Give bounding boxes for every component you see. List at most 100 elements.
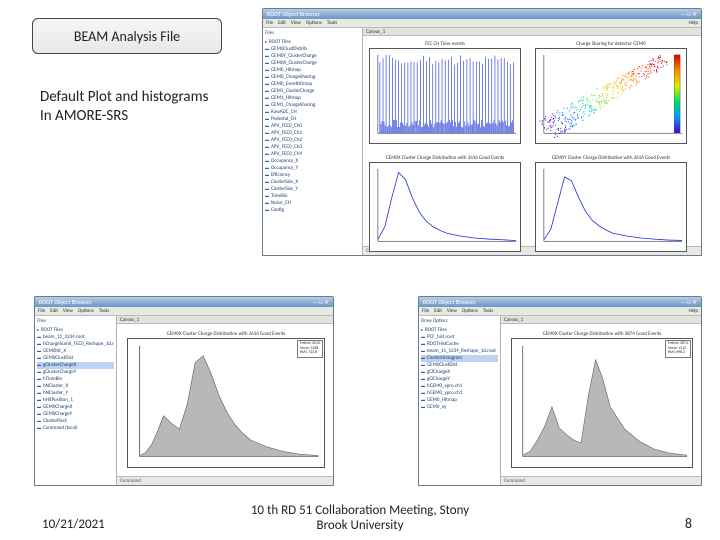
tree-item[interactable]: GEM0ClustDistrib — [265, 46, 360, 53]
menu-tools[interactable]: Tools — [327, 19, 337, 27]
menubar[interactable]: File Edit View Options Tools Help — [263, 19, 701, 28]
canvas[interactable]: GEM0X Cluster Charge Distribution with 3… — [117, 324, 333, 476]
tree-item[interactable]: Config — [265, 207, 360, 214]
plot-clustercharge-y[interactable]: GEM0Y Cluster Charge Distribution with 3… — [535, 162, 687, 252]
tree-item[interactable]: ClusterSize_X — [265, 179, 360, 186]
menu-edit[interactable]: Edit — [434, 307, 442, 315]
window-controls[interactable]: — □ ✕ — [312, 297, 329, 307]
window-title: ROOT Object Browser — [267, 9, 320, 19]
canvas-tabbar[interactable]: Canvas_1 — [363, 28, 701, 36]
tree-item[interactable]: GEM0ClustDist — [421, 362, 498, 369]
menu-edit[interactable]: Edit — [278, 19, 286, 27]
window-titlebar[interactable]: ROOT Object Browser — □ ✕ — [35, 297, 333, 307]
tree-item[interactable]: GEM0_EventHitmap — [265, 81, 360, 88]
tree-item[interactable]: hGEM0_xpro.ch1 — [421, 383, 498, 390]
tree-item[interactable]: beam_11_1234.root — [37, 334, 114, 341]
canvas-tab[interactable]: Canvas_1 — [504, 317, 523, 323]
tree-header-draw: Draw Option: — [421, 318, 498, 325]
tree-item[interactable]: GEM0_xy — [421, 404, 498, 411]
tree-item[interactable]: GEM0ChargeY — [37, 411, 114, 418]
tree-item[interactable]: Occupancy_X — [265, 158, 360, 165]
tree-item[interactable]: hNCluster_Y — [37, 390, 114, 397]
tree-item[interactable]: APV_FEC0_Ch0 — [265, 123, 360, 130]
window-controls[interactable]: — □ ✕ — [680, 297, 697, 307]
plot-raw-adc[interactable]: FEC CH Time events — [369, 48, 521, 144]
menu-view[interactable]: View — [291, 19, 301, 27]
plot-clustercharge[interactable]: GEM0X Cluster Charge Distribution with 3… — [127, 338, 325, 468]
tree-item[interactable]: PCF_hist.root — [421, 334, 498, 341]
tree-item[interactable]: hHitPosition_1 — [37, 397, 114, 404]
window-titlebar[interactable]: ROOT Object Browser — □ ✕ — [263, 9, 701, 19]
tree-item[interactable]: gClusterChargeX — [37, 362, 114, 369]
tree-panel[interactable]: Files ROOT FilesGEM0ClustDistribGEM0Y_Cl… — [263, 28, 363, 255]
menu-options[interactable]: Options — [306, 19, 322, 27]
tree-item[interactable]: gClChargeX — [421, 369, 498, 376]
menu-options[interactable]: Options — [78, 307, 94, 315]
tree-item[interactable]: GEM1_Hitmap — [265, 95, 360, 102]
tree-item[interactable]: APV_FEC0_Ch1 — [265, 130, 360, 137]
menu-file[interactable]: File — [266, 19, 273, 27]
tree-item[interactable]: ROOT Files — [421, 327, 498, 334]
canvas-tabbar[interactable]: Canvas_1 — [501, 316, 701, 324]
tree-item[interactable]: ClusterHistogram — [421, 355, 498, 362]
tree-item[interactable]: Command (local) — [37, 425, 114, 432]
menubar[interactable]: File Edit View Options Tools Help — [419, 307, 701, 316]
window-controls[interactable]: — □ ✕ — [680, 9, 697, 19]
tree-item[interactable]: Noise_CH — [265, 200, 360, 207]
canvas-tab[interactable]: Canvas_1 — [120, 317, 139, 323]
tree-item[interactable]: ROOTHistCache — [421, 341, 498, 348]
tree-item[interactable]: GEM0X_ClusterCharge — [265, 60, 360, 67]
tree-item[interactable]: TimeBin — [265, 193, 360, 200]
tree-item[interactable]: Pedestal_CH — [265, 116, 360, 123]
tree-item[interactable]: APV_FEC0_Ch4 — [265, 151, 360, 158]
tree-item[interactable]: Occupancy_Y — [265, 165, 360, 172]
window-titlebar[interactable]: ROOT Object Browser — □ ✕ — [419, 297, 701, 307]
menu-file[interactable]: File — [38, 307, 45, 315]
plot-clustercharge[interactable]: GEM0X Cluster Charge Distribution with 3… — [511, 338, 693, 468]
tree-panel[interactable]: Draw Option: ROOT FilesPCF_hist.rootROOT… — [419, 316, 501, 485]
tree-item[interactable]: gClChargeY — [421, 376, 498, 383]
menu-view[interactable]: View — [447, 307, 457, 315]
tree-item[interactable]: GEM0Y_ClusterCharge — [265, 53, 360, 60]
tree-item[interactable]: hNCluster_X — [37, 383, 114, 390]
canvas-tabbar[interactable]: Canvas_1 — [117, 316, 333, 324]
menu-view[interactable]: View — [63, 307, 73, 315]
tree-item[interactable]: ROOT Files — [265, 39, 360, 46]
menubar[interactable]: File Edit View Options Tools — [35, 307, 333, 316]
tree-item[interactable]: gClusterChargeY — [37, 369, 114, 376]
menu-help[interactable]: Help — [689, 19, 698, 27]
plot-charge-sharing[interactable]: Charge Sharing for detector GEM0 — [535, 48, 687, 144]
menu-options[interactable]: Options — [462, 307, 478, 315]
tree-item[interactable]: hGEM0_ypro.ch1 — [421, 390, 498, 397]
subtitle: Default Plot and histograms In AMORE-SRS — [40, 88, 208, 126]
tree-item[interactable]: APV_FEC0_Ch2 — [265, 137, 360, 144]
tree-item[interactable]: GEM1_ClusterCharge — [265, 88, 360, 95]
tree-item[interactable]: GEM0ClustDist — [37, 355, 114, 362]
tree-item[interactable]: hTimeBin — [37, 376, 114, 383]
tree-item[interactable]: GEM0_Hitmap — [421, 397, 498, 404]
plot-clustercharge-x[interactable]: GEM0X Cluster Charge Distribution with 3… — [369, 162, 521, 252]
tree-item[interactable]: ClusterSize_Y — [265, 186, 360, 193]
canvas[interactable]: GEM0X Cluster Charge Distribution with 3… — [501, 324, 701, 476]
menu-help[interactable]: Help — [689, 307, 698, 315]
tree-item[interactable]: APV_FEC0_Ch3 — [265, 144, 360, 151]
tree-item[interactable]: GEM0hit_X — [37, 348, 114, 355]
canvas[interactable]: FEC CH Time events Charge Sharing for de… — [363, 36, 701, 246]
menu-file[interactable]: File — [422, 307, 429, 315]
tree-item[interactable]: ROOT Files — [37, 327, 114, 334]
tree-item[interactable]: Efficiency — [265, 172, 360, 179]
tree-item[interactable]: GEM1_ChargeSharing — [265, 102, 360, 109]
menu-edit[interactable]: Edit — [50, 307, 58, 315]
tree-panel[interactable]: Files ROOT Filesbeam_11_1234.roothCharge… — [35, 316, 117, 485]
tree-item[interactable]: beam_11_1234_Reshape_1d.root — [421, 348, 498, 355]
tree-item[interactable]: hChargeSumX_FEC0_Reshape_1d.root — [37, 341, 114, 348]
canvas-tab[interactable]: Canvas_1 — [366, 29, 385, 35]
menu-tools[interactable]: Tools — [483, 307, 493, 315]
footer-center: 10 th RD 51 Collaboration Meeting, Stony… — [0, 503, 720, 534]
tree-item[interactable]: GEM0_Hitmap — [265, 67, 360, 74]
tree-item[interactable]: GEM0ChargeX — [37, 404, 114, 411]
tree-item[interactable]: RawADC_CH — [265, 109, 360, 116]
tree-item[interactable]: ClusterPosX — [37, 418, 114, 425]
menu-tools[interactable]: Tools — [99, 307, 109, 315]
tree-item[interactable]: GEM0_ChargeSharing — [265, 74, 360, 81]
